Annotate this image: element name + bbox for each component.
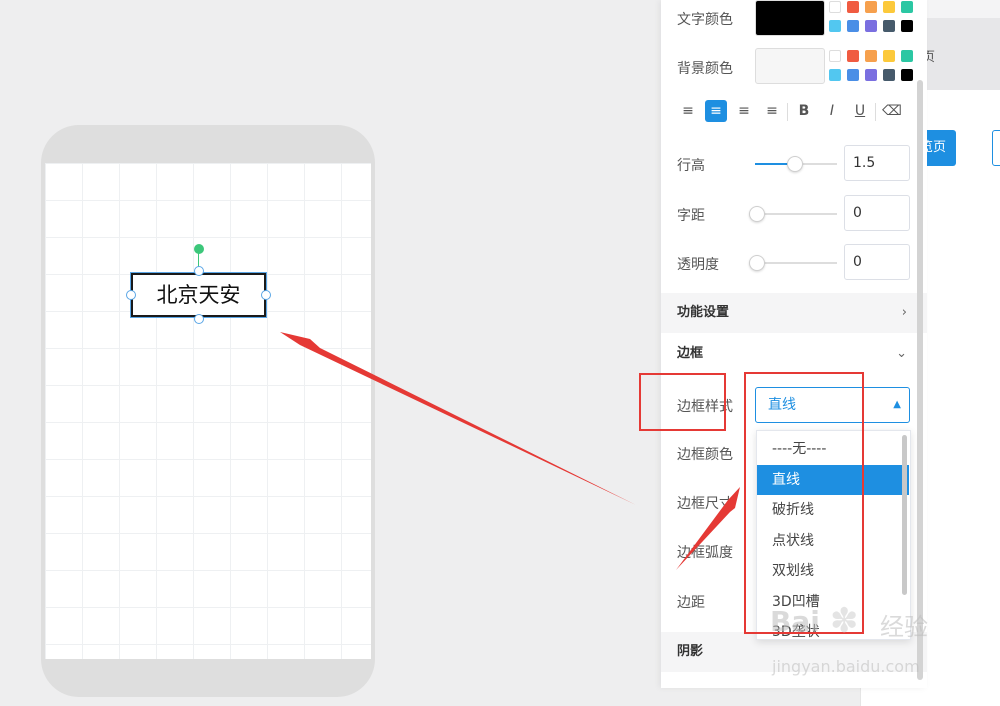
watermark-url: jingyan.baidu.com bbox=[772, 657, 920, 676]
paw-icon: ✽ bbox=[830, 601, 859, 641]
annotation-arrow-up bbox=[676, 487, 740, 570]
watermark-logo: Bai bbox=[770, 605, 820, 638]
annotation-arrow-left bbox=[280, 332, 636, 505]
baidu-watermark: Bai ✽ 经验 jingyan.baidu.com bbox=[770, 595, 1000, 685]
watermark-text: 经验 bbox=[880, 613, 928, 641]
